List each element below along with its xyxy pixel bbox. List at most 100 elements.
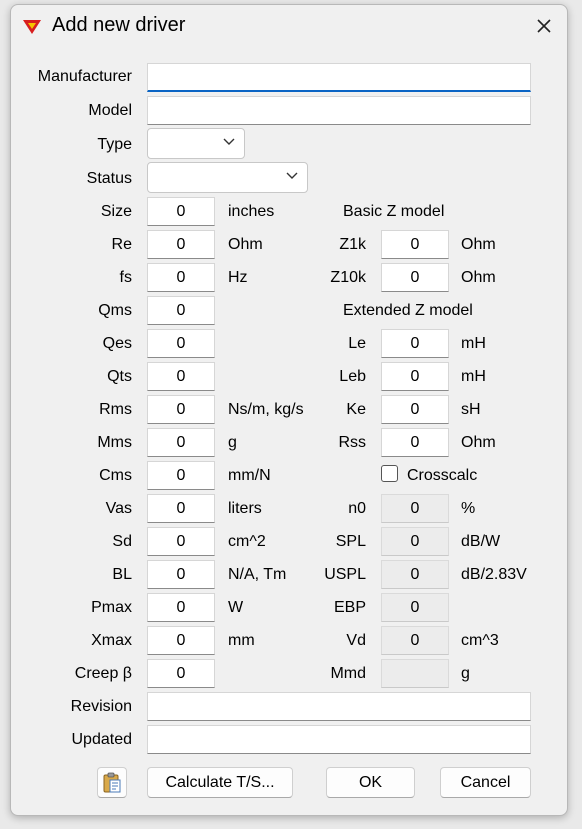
n0-output: 0 xyxy=(381,494,449,523)
z1k-input[interactable]: 0 xyxy=(381,230,449,259)
status-label: Status xyxy=(86,170,132,187)
leb-label: Leb xyxy=(339,368,366,385)
re-unit: Ohm xyxy=(228,236,263,253)
z10k-label: Z10k xyxy=(330,269,366,286)
vd-output: 0 xyxy=(381,626,449,655)
cancel-button[interactable]: Cancel xyxy=(440,767,531,798)
type-label: Type xyxy=(97,136,132,153)
mms-unit: g xyxy=(228,434,237,451)
vas-label: Vas xyxy=(105,500,132,517)
le-label: Le xyxy=(348,335,366,352)
creep-input[interactable]: 0 xyxy=(147,659,215,688)
leb-input[interactable]: 0 xyxy=(381,362,449,391)
cms-input[interactable]: 0 xyxy=(147,461,215,490)
leb-unit: mH xyxy=(461,368,486,385)
qts-label: Qts xyxy=(107,368,132,385)
ke-unit: sH xyxy=(461,401,481,418)
crosscalc-label[interactable]: Crosscalc xyxy=(407,466,477,486)
uspl-label: USPL xyxy=(324,566,366,583)
mmd-output xyxy=(381,659,449,688)
qts-input[interactable]: 0 xyxy=(147,362,215,391)
xmax-label: Xmax xyxy=(91,632,132,649)
ke-label: Ke xyxy=(346,401,366,418)
size-unit: inches xyxy=(228,203,275,220)
sd-unit: cm^2 xyxy=(228,533,266,550)
qes-input[interactable]: 0 xyxy=(147,329,215,358)
qms-label: Qms xyxy=(98,302,132,319)
ok-button[interactable]: OK xyxy=(326,767,415,798)
creep-label: Creep β xyxy=(74,665,132,682)
close-icon xyxy=(537,19,551,33)
xmax-unit: mm xyxy=(228,632,255,649)
status-select[interactable] xyxy=(147,162,308,193)
fs-input[interactable]: 0 xyxy=(147,263,215,292)
n0-unit: % xyxy=(461,500,476,517)
le-unit: mH xyxy=(461,335,486,352)
rms-label: Rms xyxy=(99,401,132,418)
updated-input[interactable] xyxy=(147,725,531,754)
extended-z-model-header: Extended Z model xyxy=(343,302,473,319)
ke-input[interactable]: 0 xyxy=(381,395,449,424)
cms-unit: mm/N xyxy=(228,467,271,484)
vd-unit: cm^3 xyxy=(461,632,499,649)
pmax-input[interactable]: 0 xyxy=(147,593,215,622)
type-select[interactable] xyxy=(147,128,245,159)
manufacturer-input[interactable] xyxy=(147,63,531,92)
re-label: Re xyxy=(111,236,132,253)
model-label: Model xyxy=(88,102,132,119)
bl-label: BL xyxy=(112,566,132,583)
size-label: Size xyxy=(100,203,132,220)
crosscalc-checkbox[interactable] xyxy=(381,465,398,482)
chevron-down-icon xyxy=(286,172,298,179)
fs-unit: Hz xyxy=(228,269,248,286)
pmax-label: Pmax xyxy=(91,599,132,616)
z1k-unit: Ohm xyxy=(461,236,496,253)
size-input[interactable]: 0 xyxy=(147,197,215,226)
rss-label: Rss xyxy=(338,434,366,451)
spl-unit: dB/W xyxy=(461,533,501,550)
mmd-unit: g xyxy=(461,665,470,682)
close-button[interactable] xyxy=(527,11,561,41)
mms-label: Mms xyxy=(97,434,132,451)
ebp-label: EBP xyxy=(333,599,366,616)
pmax-unit: W xyxy=(228,599,244,616)
model-input[interactable] xyxy=(147,96,531,125)
rms-input[interactable]: 0 xyxy=(147,395,215,424)
rss-unit: Ohm xyxy=(461,434,496,451)
z10k-unit: Ohm xyxy=(461,269,496,286)
cms-label: Cms xyxy=(99,467,132,484)
spl-output: 0 xyxy=(381,527,449,556)
vas-unit: liters xyxy=(228,500,262,517)
add-driver-dialog: Add new driver Manufacturer Model Type S… xyxy=(10,4,568,816)
mmd-label: Mmd xyxy=(330,665,366,682)
ebp-output: 0 xyxy=(381,593,449,622)
qes-label: Qes xyxy=(102,335,132,352)
chevron-down-icon xyxy=(223,138,235,145)
bl-input[interactable]: 0 xyxy=(147,560,215,589)
updated-label: Updated xyxy=(71,731,133,748)
spl-label: SPL xyxy=(335,533,366,550)
re-input[interactable]: 0 xyxy=(147,230,215,259)
vas-input[interactable]: 0 xyxy=(147,494,215,523)
fs-label: fs xyxy=(119,269,132,286)
bl-unit: N/A, Tm xyxy=(228,566,287,583)
dialog-title: Add new driver xyxy=(52,14,186,36)
rss-input[interactable]: 0 xyxy=(381,428,449,457)
le-input[interactable]: 0 xyxy=(381,329,449,358)
mms-input[interactable]: 0 xyxy=(147,428,215,457)
sd-input[interactable]: 0 xyxy=(147,527,215,556)
app-logo-icon xyxy=(23,20,41,34)
calculate-ts-button[interactable]: Calculate T/S... xyxy=(147,767,293,798)
vd-label: Vd xyxy=(346,632,366,649)
revision-label: Revision xyxy=(70,698,132,715)
n0-label: n0 xyxy=(348,500,366,517)
z10k-input[interactable]: 0 xyxy=(381,263,449,292)
xmax-input[interactable]: 0 xyxy=(147,626,215,655)
paste-button[interactable] xyxy=(97,767,127,798)
qms-input[interactable]: 0 xyxy=(147,296,215,325)
sd-label: Sd xyxy=(112,533,132,550)
basic-z-model-header: Basic Z model xyxy=(343,203,445,220)
manufacturer-label: Manufacturer xyxy=(37,68,132,85)
revision-input[interactable] xyxy=(147,692,531,721)
uspl-unit: dB/2.83V xyxy=(461,566,527,583)
